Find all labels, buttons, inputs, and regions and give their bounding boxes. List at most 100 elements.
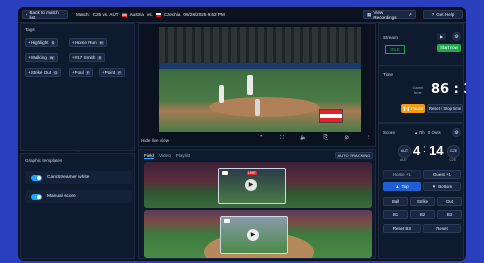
out-button[interactable]: Out — [437, 197, 462, 206]
chevron-up-icon[interactable]: ⌃ — [259, 135, 264, 145]
auto-tracking-button[interactable]: AUTO TRACKING — [335, 152, 373, 159]
match-info: Match: C25 vs. AUT Austria vs. Czechia 0… — [76, 12, 225, 17]
tab-playlist[interactable]: Playlist — [176, 153, 191, 159]
top-button[interactable]: ▲ Top — [383, 182, 421, 191]
template-toggle[interactable] — [31, 174, 42, 181]
tag-strike-out[interactable]: + Strike Out O — [25, 68, 62, 77]
tags-title: Tags — [25, 27, 35, 32]
b1-button[interactable]: B1 — [383, 210, 408, 219]
inning-info: ▴ 7th 0 Outs — [415, 130, 441, 136]
home-score: 4 — [413, 143, 421, 158]
reset-stop-time-button[interactable]: Reset / Stop time — [427, 104, 463, 113]
live-video[interactable] — [159, 27, 361, 132]
ball-button[interactable]: Ball — [383, 197, 408, 206]
stream-panel: Stream ▶ ⚙ IDLE Start now — [378, 23, 464, 67]
templates-title: Graphic templates — [25, 158, 63, 163]
live-badge: LIVE — [247, 171, 257, 175]
camera-small-icon — [224, 219, 230, 223]
pause-icon: ❚❚ — [402, 105, 410, 111]
game-time-label: Game time — [412, 85, 424, 95]
external-link-icon: ↗ — [408, 11, 412, 17]
arrow-down-icon: ▼ — [431, 184, 437, 189]
tag-foul[interactable]: + Foul F — [69, 68, 94, 77]
tab-field[interactable]: Field — [144, 153, 154, 159]
outs: 0 Outs — [427, 130, 441, 135]
tracking-off-icon[interactable]: ⊘ — [344, 135, 349, 145]
settings-icon[interactable]: ⚙ — [452, 32, 461, 41]
tab-video[interactable]: Video — [159, 153, 171, 159]
b3-button[interactable]: B3 — [437, 210, 462, 219]
top-bar: ‹ Back to match list Match: C25 vs. AUT … — [18, 7, 466, 23]
volume-icon[interactable]: 🔈 — [300, 135, 307, 145]
tag-home-run[interactable]: + Home Run H — [69, 38, 107, 47]
tag-17-smith[interactable]: + #17 Smith S — [69, 53, 106, 62]
camera-icon[interactable]: ⎘ — [324, 135, 328, 145]
score-title: Score — [383, 130, 396, 135]
stream-status-badge: IDLE — [385, 45, 405, 54]
home-plus-one-button[interactable]: Home +1 — [383, 170, 421, 179]
hide-live-view-label[interactable]: Hide live view — [141, 138, 169, 143]
field-panel: Field Video Playlist AUTO TRACKING LIVE … — [138, 149, 376, 259]
chevron-left-icon: ‹ — [26, 12, 28, 17]
field-view-lower[interactable]: ▶ — [144, 210, 372, 258]
app-window: ‹ Back to match list Match: C25 vs. AUT … — [18, 7, 466, 261]
flag-austria-icon — [121, 12, 127, 17]
template-toggle[interactable] — [31, 193, 42, 200]
camera-small-icon — [222, 171, 228, 175]
stream-title: Stream — [383, 35, 398, 40]
youtube-icon[interactable]: ▶ — [437, 33, 446, 40]
player-figure — [247, 75, 253, 95]
get-help-button[interactable]: ? Get Help — [423, 10, 463, 19]
grid-icon: ▦ — [367, 11, 372, 17]
guest-plus-one-button[interactable]: Guest +1 — [423, 170, 461, 179]
away-score: 14 — [429, 143, 444, 158]
field-view-upper[interactable]: LIVE ▶ — [144, 162, 372, 208]
play-icon[interactable]: ▶ — [245, 179, 257, 191]
player-figure — [255, 99, 260, 116]
game-time-value: 86 : 37 — [431, 82, 466, 97]
camera-thumbnail[interactable]: LIVE ▶ — [218, 168, 286, 204]
get-help-label: Get Help — [436, 12, 455, 17]
back-button[interactable]: ‹ Back to match list — [22, 9, 68, 20]
home-team-badge: AUT — [398, 145, 411, 158]
play-icon[interactable]: ▶ — [247, 229, 259, 241]
fullscreen-icon[interactable]: ⛶ — [280, 135, 284, 145]
template-manual-score[interactable]: Manual score — [25, 190, 132, 203]
reset-bs-button[interactable]: Reset BS — [383, 224, 421, 233]
template-camstreamer-white[interactable]: CamStreamer white — [25, 171, 132, 184]
tag-walking[interactable]: + Walking W — [25, 53, 58, 62]
tag-highlight[interactable]: + Highlight S — [25, 38, 59, 47]
pause-label: Pause — [410, 106, 424, 111]
pause-button[interactable]: ❚❚ Pause — [401, 104, 425, 113]
strike-button[interactable]: Strike — [410, 197, 435, 206]
score-settings-icon[interactable]: ⚙ — [452, 128, 461, 137]
match-label: Match: — [76, 12, 90, 17]
time-panel: Time Game time 86 : 37 ❚❚ Pause Reset / … — [378, 65, 466, 123]
preview-controls: ⌃ ⛶ 🔈 ⎘ ⊘ ⋮ — [259, 135, 371, 145]
more-icon[interactable]: ⋮ — [365, 135, 371, 145]
b2-button[interactable]: B2 — [410, 210, 435, 219]
team1-name: Austria — [129, 12, 144, 17]
away-team-name: C25 — [449, 158, 456, 162]
templates-panel: Graphic templates CamStreamer white Manu… — [20, 153, 135, 259]
back-label: Back to match list — [29, 9, 59, 20]
start-now-button[interactable]: Start now — [437, 44, 461, 52]
player-figure — [219, 85, 224, 103]
tags-panel: Tags + Highlight S + Home Run H + Walking W… — [20, 23, 135, 151]
bottom-button[interactable]: ▼ Bottom — [423, 182, 461, 191]
view-recordings-button[interactable]: ▦ View Recordings ↗ — [363, 10, 416, 20]
arrow-up-icon: ▲ — [395, 184, 400, 189]
tag-point[interactable]: + Point P — [99, 68, 125, 77]
home-team-name: AUT — [399, 158, 408, 162]
live-preview-panel: Hide live view ⌃ ⛶ 🔈 ⎘ ⊘ ⋮ — [138, 23, 376, 147]
team2-name: Czechia — [163, 12, 181, 17]
camera-thumbnail[interactable]: ▶ — [220, 216, 288, 254]
reset-button[interactable]: Reset — [423, 224, 461, 233]
field-tabs: Field Video Playlist — [144, 153, 190, 159]
match-datetime: 06/28/2025 6:53 PM — [183, 12, 225, 17]
inning-up-icon: ▴ — [415, 130, 418, 135]
score-panel: Score ▴ 7th 0 Outs ⚙ AUT AUT 4 : 14 CZE … — [378, 123, 464, 259]
flag-czechia-icon — [155, 12, 161, 17]
template-label: CamStreamer white — [47, 175, 90, 180]
away-team-badge: CZE — [447, 145, 460, 158]
